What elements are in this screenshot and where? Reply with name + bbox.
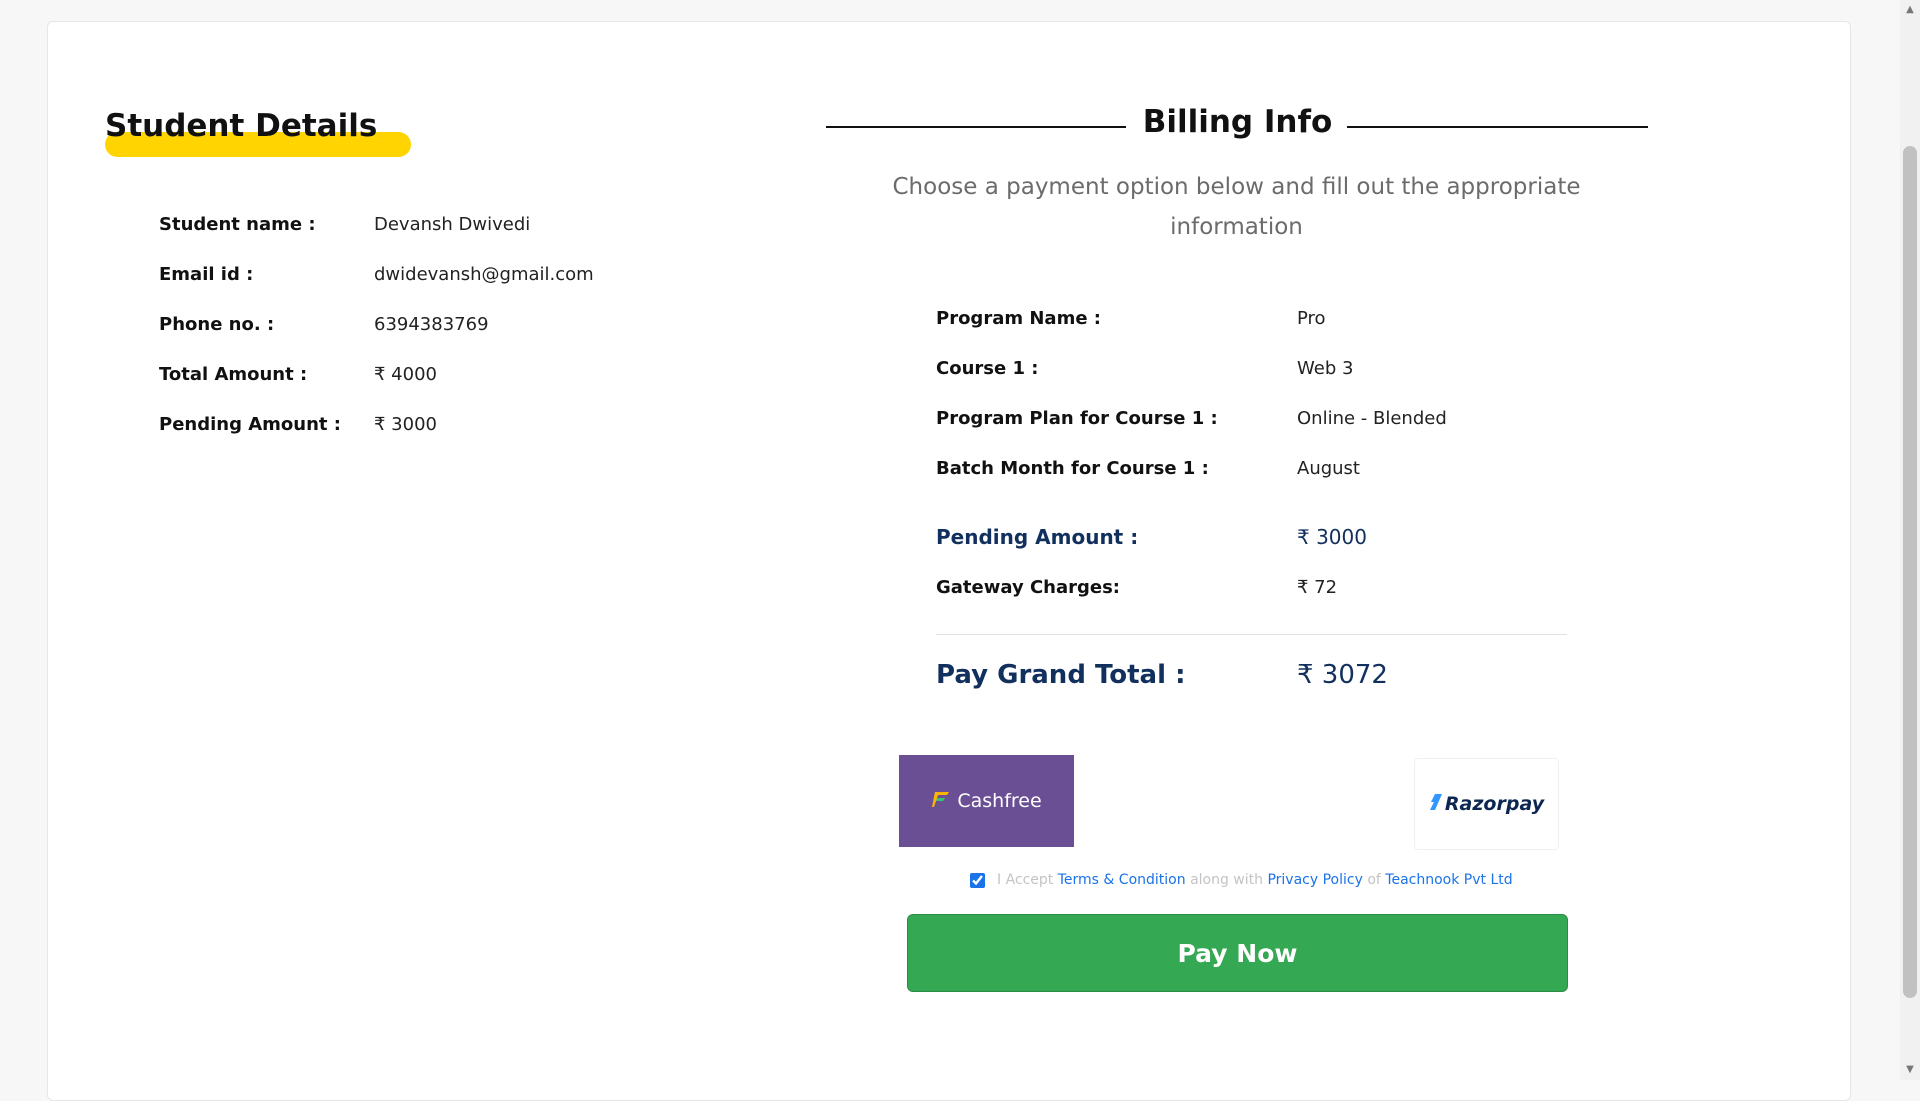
razorpay-logo-icon — [1429, 793, 1443, 816]
row-value: ₹ 4000 — [374, 364, 437, 385]
row-value: Devansh Dwivedi — [374, 214, 531, 235]
terms-middle: along with — [1190, 872, 1264, 888]
row-value: ₹ 3000 — [374, 414, 437, 435]
row-value: dwidevansh@gmail.com — [374, 264, 594, 285]
row-value: ₹ 3000 — [1297, 525, 1367, 549]
row-label: Course 1 : — [936, 358, 1039, 379]
scroll-down-arrow-icon[interactable]: ▼ — [1900, 1060, 1920, 1080]
row-value: August — [1297, 458, 1360, 479]
row-label: Gateway Charges: — [936, 577, 1121, 598]
terms-of: of — [1367, 872, 1381, 888]
company-link[interactable]: Teachnook Pvt Ltd — [1385, 872, 1512, 888]
grand-total-value: ₹ 3072 — [1297, 660, 1388, 690]
pay-now-button[interactable]: Pay Now — [907, 914, 1568, 992]
row-label: Pending Amount : — [936, 525, 1139, 549]
grand-total-label: Pay Grand Total : — [936, 660, 1186, 690]
cashfree-label: Cashfree — [957, 790, 1042, 812]
row-label: Batch Month for Course 1 : — [936, 458, 1209, 479]
row-label: Phone no. : — [159, 314, 275, 335]
row-label: Pending Amount : — [159, 414, 341, 435]
row-value: Pro — [1297, 308, 1326, 329]
terms-link[interactable]: Terms & Condition — [1058, 872, 1186, 888]
razorpay-gateway-button[interactable]: Razorpay — [1414, 758, 1559, 850]
billing-subtitle: Choose a payment option below and fill o… — [892, 174, 1581, 240]
billing-info-title: Billing Info — [1142, 104, 1333, 140]
row-label: Email id : — [159, 264, 254, 285]
row-label: Program Name : — [936, 308, 1102, 329]
title-rule-right — [1347, 126, 1648, 128]
row-label: Program Plan for Course 1 : — [936, 408, 1218, 429]
total-divider — [936, 634, 1567, 635]
student-details-title: Student Details — [105, 108, 378, 144]
row-label: Student name : — [159, 214, 316, 235]
privacy-policy-link[interactable]: Privacy Policy — [1267, 872, 1362, 888]
scrollbar-thumb[interactable] — [1903, 146, 1917, 998]
razorpay-label: Razorpay — [1444, 793, 1545, 815]
row-value: ₹ 72 — [1297, 577, 1338, 598]
cashfree-gateway-button[interactable]: Cashfree — [899, 755, 1074, 847]
row-value: Online - Blended — [1297, 408, 1447, 429]
terms-prefix: I Accept — [997, 872, 1054, 888]
terms-checkbox[interactable] — [970, 872, 985, 888]
terms-consent: I Accept Terms & Condition along with Pr… — [970, 872, 1513, 888]
row-value: 6394383769 — [374, 314, 489, 335]
cashfree-logo-icon — [931, 790, 951, 813]
scroll-up-arrow-icon[interactable]: ▲ — [1900, 0, 1920, 20]
row-label: Total Amount : — [159, 364, 308, 385]
page-scrollbar[interactable]: ▲ ▼ — [1900, 0, 1920, 1080]
title-rule-left — [826, 126, 1126, 128]
row-value: Web 3 — [1297, 358, 1354, 379]
